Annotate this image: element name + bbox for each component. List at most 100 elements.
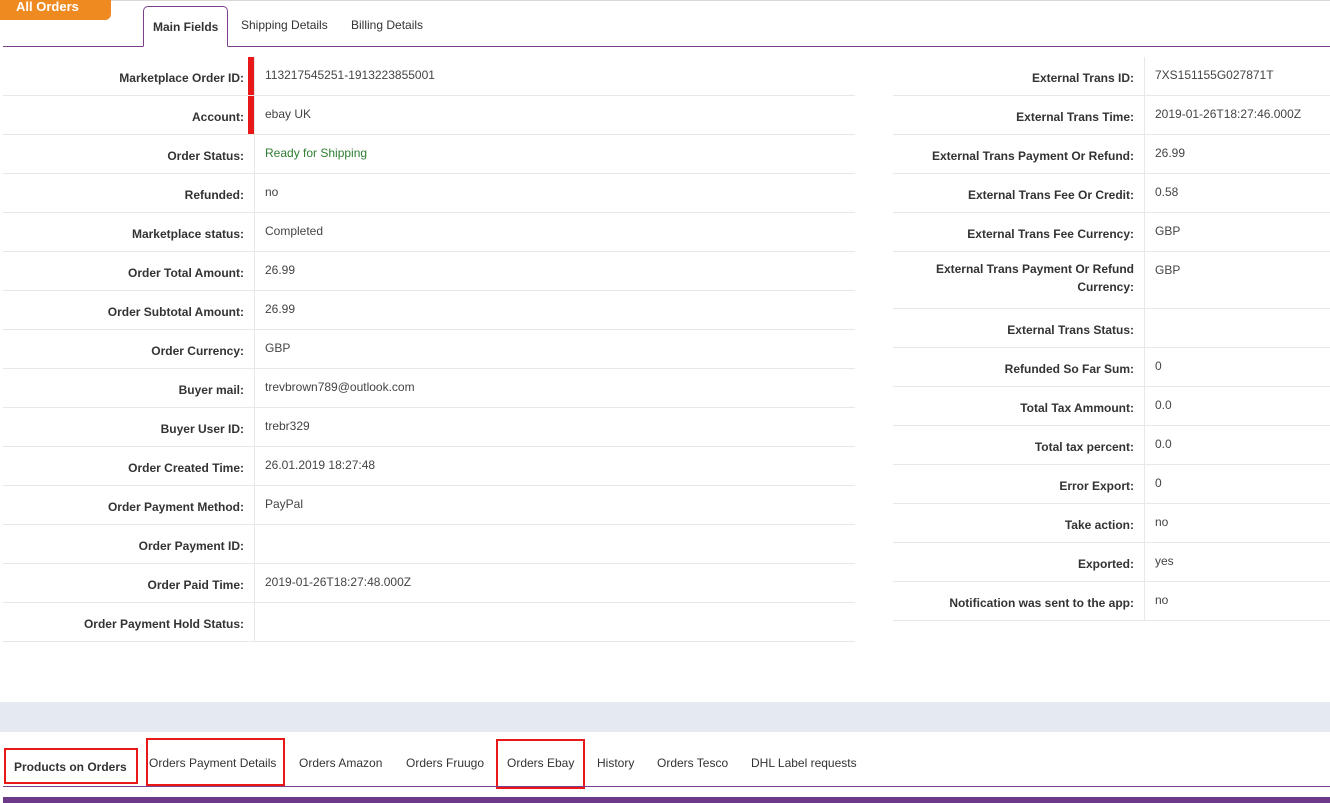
field-value: GBP (1155, 224, 1181, 238)
tab-billing-details[interactable]: Billing Details (351, 6, 423, 47)
field-row-external-trans-id: External Trans ID: 7XS151155G027871T (893, 57, 1330, 96)
field-value: trebr329 (265, 419, 310, 433)
field-label: External Trans Fee Or Credit: (893, 174, 1145, 212)
field-row-order-subtotal-amount: Order Subtotal Amount: 26.99 (3, 291, 855, 330)
field-label: Marketplace status: (3, 213, 255, 251)
section-divider-band (0, 702, 1330, 732)
field-label: External Trans Fee Currency: (893, 213, 1145, 251)
field-row-marketplace-status: Marketplace status: Completed (3, 213, 855, 252)
field-value: ebay UK (248, 96, 853, 134)
field-label: Exported: (893, 543, 1145, 581)
field-row-buyer-mail: Buyer mail: trevbrown789@outlook.com (3, 369, 855, 408)
all-orders-header[interactable]: All Orders (0, 0, 111, 20)
field-label: Refunded So Far Sum: (893, 348, 1145, 386)
tab-main-fields[interactable]: Main Fields (143, 6, 229, 47)
field-value: no (265, 185, 279, 199)
field-row-order-payment-hold-status: Order Payment Hold Status: (3, 603, 855, 642)
field-row-external-trans-payment-or-refund-currency: External Trans Payment Or Refund Currenc… (893, 252, 1330, 309)
field-value: no (1155, 515, 1169, 529)
highlight-box-orders-payment-details (146, 738, 285, 786)
tab-shipping-details[interactable]: Shipping Details (241, 6, 328, 47)
field-label: External Trans Status: (893, 309, 1145, 347)
tab-history[interactable]: History (597, 756, 634, 770)
bottom-purple-bar (3, 797, 1330, 803)
field-label: Notification was sent to the app: (893, 582, 1145, 620)
field-row-account: Account: ebay UK (3, 96, 855, 135)
field-row-order-created-time: Order Created Time: 26.01.2019 18:27:48 (3, 447, 855, 486)
field-row-order-total-amount: Order Total Amount: 26.99 (3, 252, 855, 291)
tab-orders-amazon[interactable]: Orders Amazon (299, 756, 382, 770)
field-row-notification-sent: Notification was sent to the app: no (893, 582, 1330, 621)
field-row-total-tax-ammount: Total Tax Ammount: 0.0 (893, 387, 1330, 426)
order-status-value: Ready for Shipping (265, 146, 368, 160)
field-label: Buyer User ID: (3, 408, 255, 446)
field-value: GBP (265, 341, 291, 355)
tab-orders-tesco[interactable]: Orders Tesco (657, 756, 728, 770)
field-row-refunded: Refunded: no (3, 174, 855, 213)
field-row-order-paid-time: Order Paid Time: 2019-01-26T18:27:48.000… (3, 564, 855, 603)
field-label: Order Status: (3, 135, 255, 173)
field-row-order-currency: Order Currency: GBP (3, 330, 855, 369)
field-label: External Trans Payment Or Refund: (893, 135, 1145, 173)
field-row-external-trans-fee-currency: External Trans Fee Currency: GBP (893, 213, 1330, 252)
field-label: Order Payment ID: (3, 525, 255, 563)
main-fields-left-table: Marketplace Order ID: 113217545251-19132… (3, 57, 855, 642)
field-row-exported: Exported: yes (893, 543, 1330, 582)
required-marker (248, 96, 254, 134)
field-value (255, 525, 853, 563)
field-row-order-payment-id: Order Payment ID: (3, 525, 855, 564)
field-row-marketplace-order-id: Marketplace Order ID: 113217545251-19132… (3, 57, 855, 96)
field-row-external-trans-time: External Trans Time: 2019-01-26T18:27:46… (893, 96, 1330, 135)
field-value: 26.99 (1155, 146, 1186, 160)
field-value (1145, 309, 1328, 347)
field-value (255, 603, 853, 641)
field-label: External Trans Payment Or Refund Currenc… (893, 252, 1145, 308)
top-tab-bar: Main Fields Shipping Details Billing Det… (0, 0, 1330, 47)
tab-orders-fruugo[interactable]: Orders Fruugo (406, 756, 484, 770)
highlight-box-orders-ebay (496, 739, 585, 789)
main-fields-right-table: External Trans ID: 7XS151155G027871T Ext… (893, 57, 1330, 621)
field-value: 0.0 (1155, 398, 1172, 412)
field-row-external-trans-payment-or-refund: External Trans Payment Or Refund: 26.99 (893, 135, 1330, 174)
field-value: 26.99 (265, 302, 296, 316)
field-label: Order Subtotal Amount: (3, 291, 255, 329)
field-row-external-trans-fee-or-credit: External Trans Fee Or Credit: 0.58 (893, 174, 1330, 213)
field-value: PayPal (265, 497, 304, 511)
field-label: Order Payment Method: (3, 486, 255, 524)
field-value: 26.99 (265, 263, 296, 277)
field-row-error-export: Error Export: 0 (893, 465, 1330, 504)
field-label: External Trans Time: (893, 96, 1145, 134)
tab-dhl-label-requests[interactable]: DHL Label requests (751, 756, 857, 770)
field-label: External Trans ID: (893, 57, 1145, 95)
field-value: 2019-01-26T18:27:46.000Z (1155, 107, 1302, 121)
field-value: 0.0 (1155, 437, 1172, 451)
field-value: 26.01.2019 18:27:48 (265, 458, 376, 472)
field-value: 0 (1155, 359, 1162, 373)
field-row-order-payment-method: Order Payment Method: PayPal (3, 486, 855, 525)
field-label: Buyer mail: (3, 369, 255, 407)
highlight-box-products-on-orders (4, 748, 138, 784)
field-label: Total tax percent: (893, 426, 1145, 464)
field-value: trevbrown789@outlook.com (265, 380, 415, 394)
field-label: Order Total Amount: (3, 252, 255, 290)
field-label: Marketplace Order ID: (3, 57, 255, 95)
field-value: 7XS151155G027871T (1155, 68, 1274, 82)
field-value: 0.58 (1155, 185, 1179, 199)
field-value: 0 (1155, 476, 1162, 490)
field-value: 113217545251-1913223855001 (248, 57, 853, 95)
field-value: no (1155, 593, 1169, 607)
field-value: Completed (265, 224, 324, 238)
field-label: Total Tax Ammount: (893, 387, 1145, 425)
bottom-tab-baseline (3, 786, 1330, 787)
field-label: Order Payment Hold Status: (3, 603, 255, 641)
field-value: yes (1155, 554, 1174, 568)
field-label: Refunded: (3, 174, 255, 212)
field-row-buyer-user-id: Buyer User ID: trebr329 (3, 408, 855, 447)
field-value: 2019-01-26T18:27:48.000Z (265, 575, 412, 589)
field-label: Order Currency: (3, 330, 255, 368)
field-row-take-action: Take action: no (893, 504, 1330, 543)
field-value-text: ebay UK (265, 107, 312, 121)
field-label: Take action: (893, 504, 1145, 542)
field-label: Error Export: (893, 465, 1145, 503)
field-row-refunded-so-far-sum: Refunded So Far Sum: 0 (893, 348, 1330, 387)
